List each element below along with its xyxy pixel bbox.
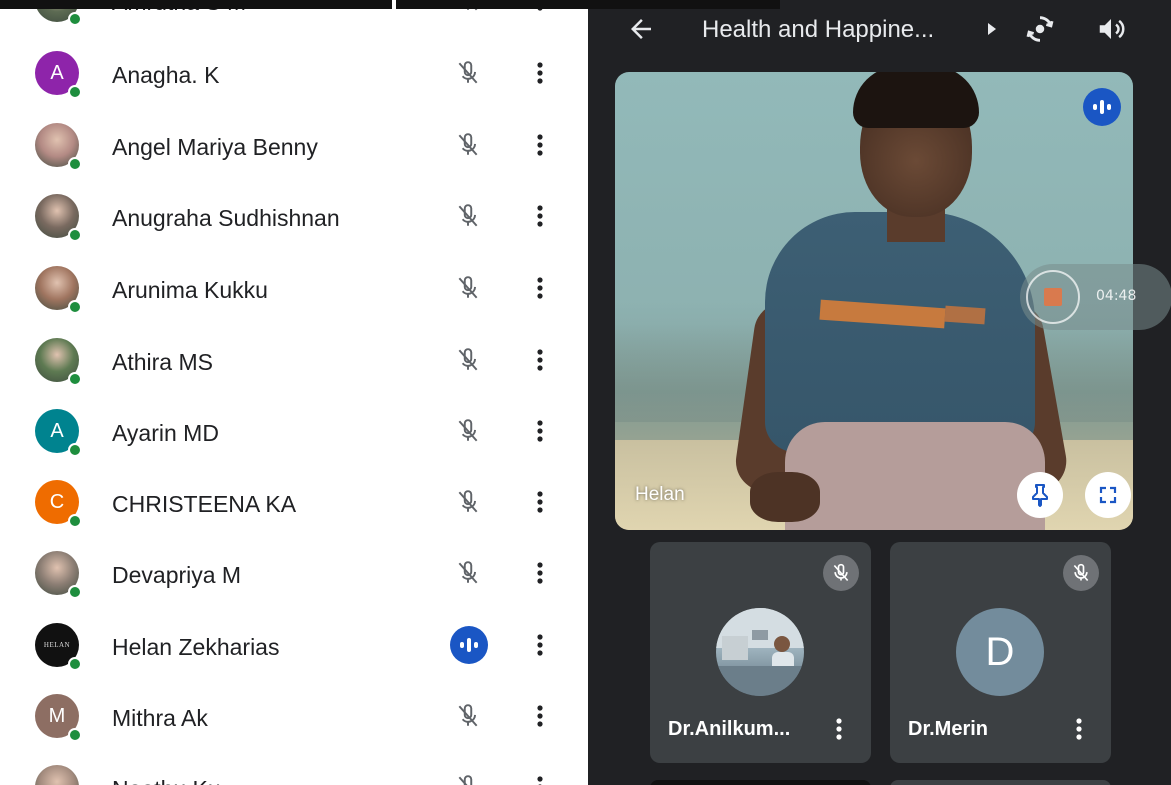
participant-name: Helan Zekharias [112,634,280,660]
more-vert-icon[interactable] [1069,714,1089,744]
online-status-dot [68,12,82,26]
audio-level-icon [1083,88,1121,126]
pin-button[interactable] [1017,472,1063,518]
participant-name: Anugraha Sudhishnan [112,205,340,231]
video-figure-hair [853,72,979,128]
online-status-dot [68,443,82,457]
online-status-dot [68,585,82,599]
more-vert-icon[interactable] [528,557,552,589]
online-status-dot [68,657,82,671]
mic-off-icon [823,555,859,591]
participant-name: Ayarin MD [112,420,219,446]
recording-control[interactable]: 04:48 [1020,264,1171,330]
tile-name: Dr.Merin [908,718,989,740]
mic-off-icon [452,771,484,785]
more-vert-icon[interactable] [528,486,552,518]
participant-tile-partial [890,780,1111,785]
mic-off-icon [452,344,484,376]
meeting-panel: Health and Happine... Helan 04:48 Dr.Ani… [588,0,1171,785]
online-status-dot [68,157,82,171]
participant-tile-merin[interactable]: D Dr.Merin [890,542,1111,763]
mic-off-icon [1063,555,1099,591]
participant-row[interactable]: C CHRISTEENA KA [0,467,588,537]
participant-name: Angel Mariya Benny [112,134,318,160]
more-vert-icon[interactable] [528,57,552,89]
participant-name: Anagha. K [112,62,220,88]
stop-icon [1044,288,1062,306]
video-figure-stripe [944,305,986,325]
online-status-dot [68,514,82,528]
participant-row[interactable]: Arunima Kukku [0,253,588,323]
online-status-dot [68,85,82,99]
participant-tile-partial [650,780,871,785]
more-vert-icon[interactable] [528,700,552,732]
online-status-dot [68,300,82,314]
online-status-dot [68,728,82,742]
more-vert-icon[interactable] [528,200,552,232]
participant-row[interactable]: HELAN Helan Zekharias [0,610,588,680]
participants-panel: Amrutha S MAAnagha. KAngel Mariya BennyA… [0,0,588,785]
audio-level-icon [450,626,488,664]
status-bar-strip [0,0,780,9]
participant-row[interactable]: Neethu Ku [0,752,588,785]
participant-row[interactable]: A Ayarin MD [0,396,588,466]
mic-off-icon [452,57,484,89]
avatar [35,765,79,785]
mic-off-icon [452,272,484,304]
mic-off-icon [452,486,484,518]
participant-name: Arunima Kukku [112,277,268,303]
pin-icon [1032,484,1048,507]
participant-name: Devapriya M [112,562,242,588]
more-vert-icon[interactable] [528,415,552,447]
participant-tile-anilkumar[interactable]: Dr.Anilkum... [650,542,871,763]
participant-name: Mithra Ak [112,705,208,731]
tile-name: Dr.Anilkum... [668,718,791,740]
more-vert-icon[interactable] [528,129,552,161]
more-vert-icon[interactable] [528,771,552,785]
more-vert-icon[interactable] [528,344,552,376]
participant-row[interactable]: Athira MS [0,325,588,395]
video-figure-body [765,212,1035,452]
video-figure-legs [785,422,1045,530]
stop-recording-button[interactable] [1026,270,1080,324]
mic-off-icon [452,129,484,161]
participant-row[interactable]: Angel Mariya Benny [0,110,588,180]
participant-row[interactable]: Anugraha Sudhishnan [0,181,588,251]
recording-timer: 04:48 [1096,288,1137,304]
main-tile-name: Helan [635,484,685,505]
more-vert-icon[interactable] [528,629,552,661]
mic-off-icon [452,415,484,447]
fullscreen-icon [1099,486,1117,504]
arrow-back-icon[interactable] [626,14,656,44]
avatar: D [956,608,1044,696]
mic-off-icon [452,557,484,589]
avatar [716,608,804,696]
fullscreen-button[interactable] [1085,472,1131,518]
participant-row[interactable]: Devapriya M [0,538,588,608]
video-figure-hand [750,472,820,522]
online-status-dot [68,228,82,242]
volume-icon[interactable] [1096,14,1126,44]
more-vert-icon[interactable] [528,272,552,304]
mic-off-icon [452,700,484,732]
caret-right-icon[interactable] [986,22,998,36]
participant-row[interactable]: A Anagha. K [0,38,588,108]
online-status-dot [68,372,82,386]
participant-row[interactable]: M Mithra Ak [0,681,588,751]
switch-camera-icon[interactable] [1023,12,1057,46]
participant-name: Athira MS [112,349,213,375]
mic-off-icon [452,200,484,232]
participant-name: CHRISTEENA KA [112,491,297,517]
participant-name: Neethu Ku [112,776,221,785]
meeting-title[interactable]: Health and Happine... [702,16,934,44]
more-vert-icon[interactable] [829,714,849,744]
